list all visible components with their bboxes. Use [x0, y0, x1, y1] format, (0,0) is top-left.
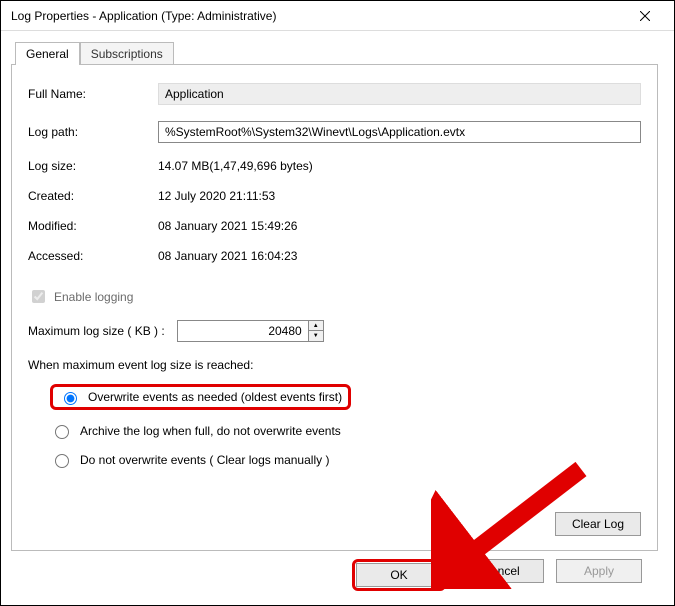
log-size-value: 14.07 MB(1,47,49,696 bytes)	[158, 159, 641, 173]
log-path-label: Log path:	[28, 125, 158, 139]
close-button[interactable]	[624, 2, 666, 30]
max-size-input[interactable]	[178, 321, 308, 341]
modified-label: Modified:	[28, 219, 158, 233]
log-path-input[interactable]	[158, 121, 641, 143]
radio-overwrite-label: Overwrite events as needed (oldest event…	[88, 390, 342, 404]
client-area: General Subscriptions Full Name: Applica…	[1, 31, 674, 605]
tabstrip: General Subscriptions	[15, 41, 658, 64]
apply-button[interactable]: Apply	[556, 559, 642, 583]
radio-overwrite[interactable]	[64, 392, 77, 405]
radio-donot-label: Do not overwrite events ( Clear logs man…	[80, 453, 329, 467]
created-value: 12 July 2020 21:11:53	[158, 189, 641, 203]
radio-archive-label: Archive the log when full, do not overwr…	[80, 424, 341, 438]
spinner-down[interactable]: ▼	[309, 331, 323, 341]
properties-grid: Full Name: Application Log path: Log siz…	[28, 83, 641, 263]
spinner-up[interactable]: ▲	[309, 321, 323, 331]
tab-panel-general: Full Name: Application Log path: Log siz…	[11, 64, 658, 551]
max-size-label: Maximum log size ( KB ) :	[28, 324, 165, 338]
enable-logging-label: Enable logging	[54, 290, 133, 304]
modified-value: 08 January 2021 15:49:26	[158, 219, 641, 233]
window-title: Log Properties - Application (Type: Admi…	[11, 9, 624, 23]
ok-button[interactable]: OK	[356, 563, 442, 587]
accessed-label: Accessed:	[28, 249, 158, 263]
radio-donot[interactable]	[55, 454, 69, 468]
logging-section: Enable logging Maximum log size ( KB ) :…	[28, 287, 641, 468]
dialog-footer: OK Cancel Apply	[11, 551, 658, 591]
max-size-spinner: ▲ ▼	[177, 320, 324, 342]
radio-archive[interactable]	[55, 425, 69, 439]
clear-log-button[interactable]: Clear Log	[555, 512, 641, 536]
max-size-row: Maximum log size ( KB ) : ▲ ▼	[28, 320, 641, 342]
created-label: Created:	[28, 189, 158, 203]
log-size-label: Log size:	[28, 159, 158, 173]
full-name-value: Application	[158, 83, 641, 105]
enable-logging-checkbox[interactable]	[32, 290, 45, 303]
when-reached-label: When maximum event log size is reached:	[28, 358, 641, 372]
window: Log Properties - Application (Type: Admi…	[0, 0, 675, 606]
tab-subscriptions[interactable]: Subscriptions	[80, 42, 174, 65]
enable-logging-row: Enable logging	[28, 287, 641, 306]
overflow-radios: Overwrite events as needed (oldest event…	[28, 384, 641, 468]
close-icon	[640, 11, 650, 21]
tab-general[interactable]: General	[15, 42, 80, 65]
titlebar: Log Properties - Application (Type: Admi…	[1, 1, 674, 31]
cancel-button[interactable]: Cancel	[458, 559, 544, 583]
accessed-value: 08 January 2021 16:04:23	[158, 249, 641, 263]
overwrite-highlight: Overwrite events as needed (oldest event…	[50, 384, 351, 410]
full-name-label: Full Name:	[28, 87, 158, 101]
ok-highlight: OK	[352, 559, 446, 591]
